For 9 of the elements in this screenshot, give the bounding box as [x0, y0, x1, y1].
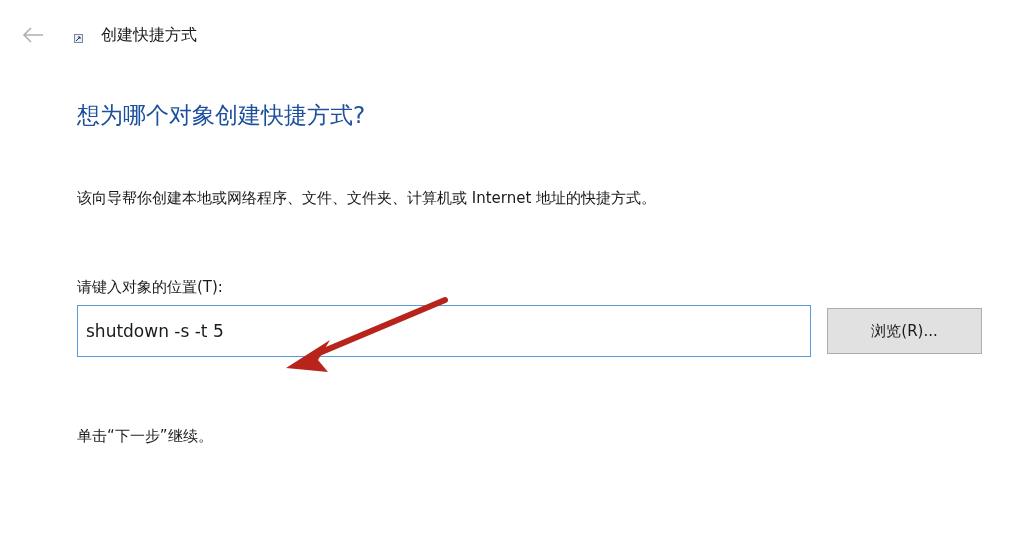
description-text: 该向导帮你创建本地或网络程序、文件、文件夹、计算机或 Internet 地址的快捷方式。 — [77, 189, 658, 208]
footer-text: 单击“下一步”继续。 — [77, 427, 214, 446]
window-title: 创建快捷方式 — [101, 24, 197, 46]
shortcut-icon — [74, 33, 83, 43]
location-field[interactable]: shutdown -s -t 5 — [77, 305, 811, 357]
browse-button[interactable]: 浏览(R)... — [827, 308, 982, 354]
location-label: 请键入对象的位置(T): — [77, 278, 224, 297]
wizard-heading: 想为哪个对象创建快捷方式? — [77, 101, 367, 130]
back-icon[interactable] — [22, 27, 44, 43]
